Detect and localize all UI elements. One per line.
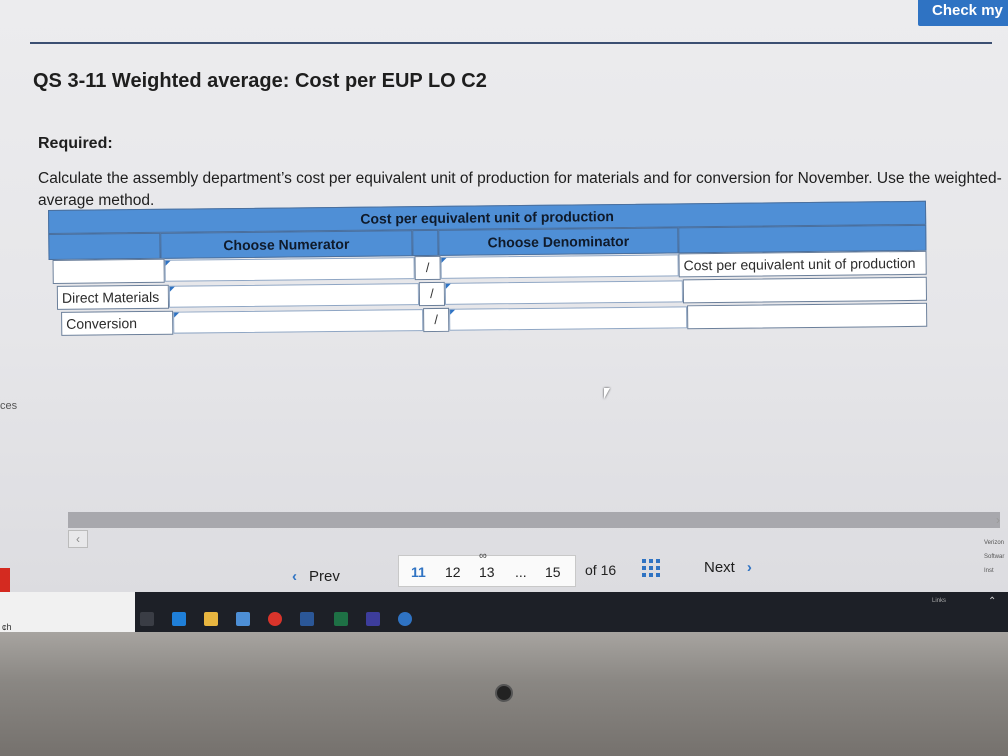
denominator-select-row0[interactable] [440,254,679,279]
title-rule [30,42,992,44]
prev-button[interactable]: ‹ Prev [292,568,340,585]
divider-header-cell [412,229,439,257]
word-icon[interactable] [300,612,314,626]
check-my-work-button[interactable]: Check my [918,0,1008,26]
result-header-blank [678,224,927,254]
page-link-12[interactable]: 12 [445,564,461,580]
link-icon: ∞ [479,550,487,562]
chevron-up-icon[interactable]: ⌃ [988,596,996,607]
windows-taskbar: ch ↓ Links ⌃ [0,592,1008,632]
header-blank-cell [48,232,161,260]
question-title: QS 3-11 Weighted average: Cost per EUP L… [33,70,487,92]
row-label-blank [52,258,165,284]
right-panel-line: Verizon [984,540,1005,546]
file-explorer-icon[interactable] [204,612,218,626]
right-panel-fragment: Verizon Softwar Inst [984,536,1004,578]
store-icon[interactable] [236,612,250,626]
row-label-direct-materials: Direct Materials [56,284,170,310]
task-view-icon[interactable] [140,612,154,626]
cost-per-eup-table: Cost per equivalent unit of production C… [48,200,928,350]
prev-label: Prev [309,568,340,585]
scroll-left-icon[interactable]: ‹ [68,530,88,548]
page-link-13[interactable]: 13 [479,564,495,580]
microphone-icon[interactable]: ↓ [2,622,7,632]
right-panel-line: Inst [984,568,994,574]
row-label-conversion: Conversion [61,310,174,336]
webcam-icon [495,684,513,702]
numerator-select-conversion[interactable] [173,309,424,334]
links-toolbar[interactable]: Links [932,598,946,604]
divide-symbol: / [414,255,441,281]
denominator-select-direct-materials[interactable] [444,280,684,305]
chevron-right-icon: › [746,559,752,576]
page-total: of 16 [585,562,617,578]
chrome-icon[interactable] [268,612,282,626]
numerator-header: Choose Numerator [160,230,413,259]
scroll-right-icon[interactable]: › [988,512,1008,528]
next-label: Next [704,559,735,576]
grid-view-icon[interactable] [642,559,660,577]
numerator-select-direct-materials[interactable] [168,283,420,308]
taskbar-search-box[interactable]: ch ↓ [0,592,135,632]
next-button[interactable]: Next › [704,559,752,576]
page-selector: ∞ 11 12 13 ... 15 [398,550,576,587]
page-link-11[interactable]: 11 [411,564,426,580]
horizontal-scrollbar[interactable] [68,512,1000,528]
excel-icon[interactable] [334,612,348,626]
divide-symbol: / [423,307,450,333]
result-label-cell: Cost per equivalent unit of production [678,250,927,278]
page-link-15[interactable]: 15 [545,564,561,580]
chevron-left-icon: ‹ [292,568,297,585]
browser-screen: Check my QS 3-11 Weighted average: Cost … [0,0,1008,600]
app-icon[interactable] [398,612,412,626]
denominator-header: Choose Denominator [438,227,679,256]
mouse-cursor-icon [604,388,616,399]
right-panel-line: Softwar [984,554,1005,560]
result-input-conversion[interactable] [687,302,928,330]
sidebar-fragment: ces [0,400,18,412]
result-input-direct-materials[interactable] [682,276,927,304]
kahoot-icon[interactable] [366,612,380,626]
denominator-select-conversion[interactable] [449,306,688,331]
divide-symbol: / [418,281,446,307]
numerator-select-row0[interactable] [164,257,415,282]
page-ellipsis: ... [515,564,527,580]
edge-icon[interactable] [172,612,186,626]
